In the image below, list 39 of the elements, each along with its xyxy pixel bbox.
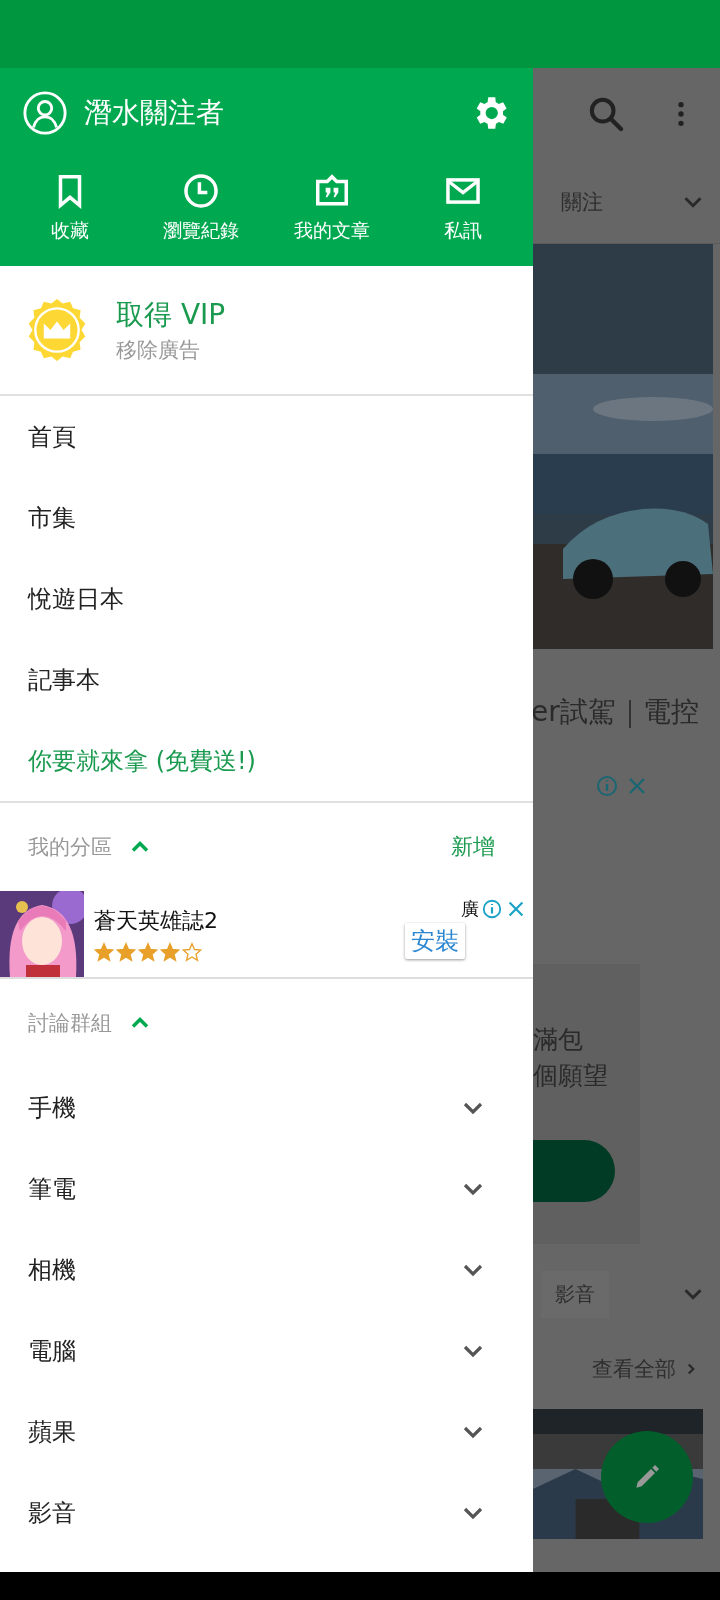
menu-item[interactable]: 市集 <box>0 477 533 558</box>
menu-item[interactable]: 記事本 <box>0 639 533 720</box>
vip-title: 取得 VIP <box>116 297 226 333</box>
group-item[interactable]: 相機 <box>28 1253 76 1286</box>
section-title: 討論群組 <box>28 1010 112 1037</box>
ad-title: 蒼天英雄誌2 <box>94 907 218 935</box>
install-button[interactable]: 安裝 <box>405 923 465 959</box>
shortcut-button[interactable]: 收藏 <box>4 158 136 244</box>
ad-label: 廣 <box>461 897 479 921</box>
shortcut-button[interactable]: 瀏覽紀錄 <box>135 158 267 244</box>
user-avatar-icon[interactable] <box>22 90 68 136</box>
shortcut-button[interactable]: 私訊 <box>397 158 529 244</box>
star-filled-icon <box>116 942 136 962</box>
menu-item[interactable]: 首頁 <box>0 396 533 477</box>
group-item[interactable]: 影音 <box>28 1496 76 1529</box>
info-icon[interactable] <box>481 898 503 920</box>
article-title: er試駕｜電控 <box>531 693 700 730</box>
category-chip[interactable]: 影音 <box>541 1270 609 1318</box>
group-item[interactable]: 手機 <box>28 1091 76 1124</box>
more-icon[interactable] <box>676 100 686 128</box>
vip-item[interactable]: 取得 VIP 移除廣告 <box>0 266 533 396</box>
star-filled-icon <box>138 942 158 962</box>
group-item[interactable]: 蘋果 <box>28 1415 76 1448</box>
shortcut-button[interactable]: 我的文章 <box>266 158 398 244</box>
ad-button[interactable] <box>533 1140 615 1202</box>
menu-item[interactable]: 悅遊日本 <box>0 558 533 639</box>
tab[interactable]: 關注 <box>561 187 603 216</box>
clock-icon <box>181 172 220 210</box>
view-all-link[interactable]: 查看全部 <box>592 1329 720 1409</box>
username[interactable]: 潛水關注者 <box>84 94 224 132</box>
star-filled-icon <box>94 942 114 962</box>
group-item[interactable]: 筆電 <box>28 1172 76 1205</box>
star-empty-icon <box>182 942 202 962</box>
add-link[interactable]: 新增 <box>451 832 505 862</box>
section-title: 我的分區 <box>28 834 112 861</box>
menu-item[interactable]: 你要就來拿 (免費送!) <box>0 720 533 801</box>
star-filled-icon <box>160 942 180 962</box>
vip-subtitle: 移除廣告 <box>116 337 201 364</box>
group-item[interactable]: 電腦 <box>28 1334 76 1367</box>
